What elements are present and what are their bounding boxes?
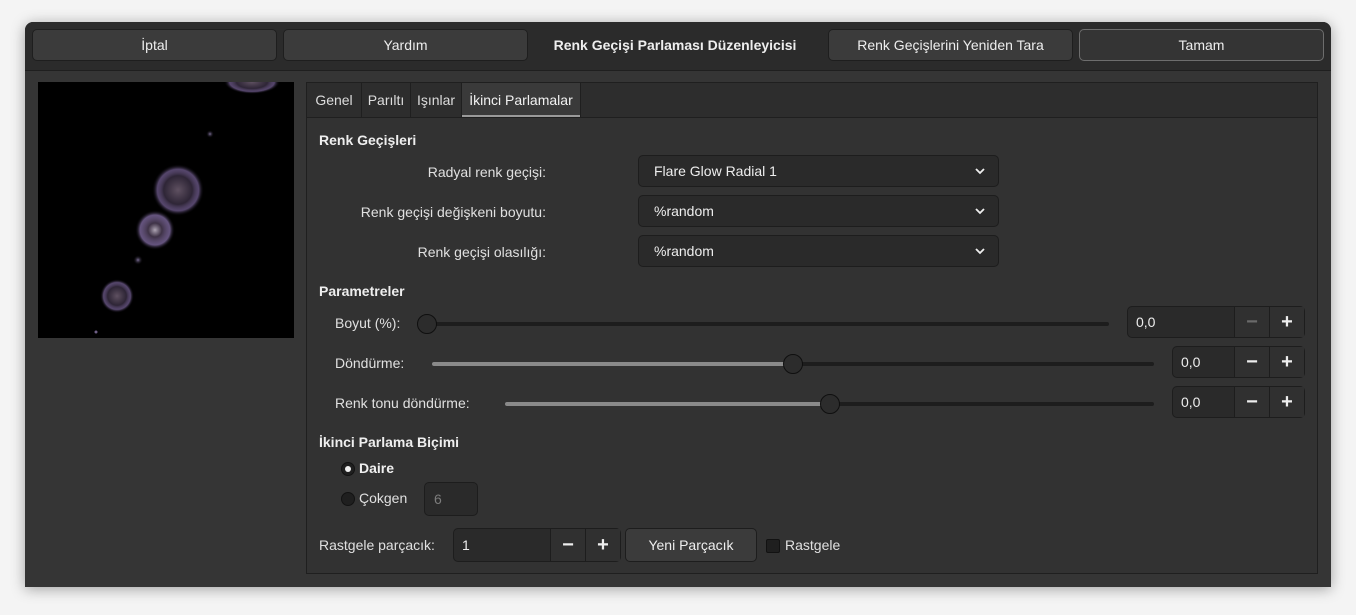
tab-second-flares[interactable]: İkinci Parlamalar [462, 83, 581, 117]
chevron-down-icon [975, 248, 985, 255]
gradient-size-dropdown[interactable]: %random [638, 195, 999, 227]
rescan-gradients-button[interactable]: Renk Geçişlerini Yeniden Tara [828, 29, 1073, 61]
header-bar: İptal Yardım Renk Geçişi Parlaması Düzen… [25, 22, 1331, 71]
radial-gradient-label: Radyal renk geçişi: [427, 164, 546, 180]
settings-notebook: Genel Parıltı Işınlar İkinci Parlamalar … [306, 82, 1318, 574]
chevron-down-icon [975, 208, 985, 215]
plus-icon[interactable]: + [585, 529, 620, 561]
gradient-flare-editor-window: İptal Yardım Renk Geçişi Parlaması Düzen… [25, 22, 1331, 587]
polygon-sides-field[interactable]: 6 [424, 482, 478, 516]
circle-label[interactable]: Daire [359, 460, 394, 476]
plus-icon[interactable]: + [1269, 387, 1304, 417]
size-spinbutton[interactable]: 0,0 − + [1127, 306, 1305, 338]
tab-glow[interactable]: Parıltı [362, 83, 411, 117]
polygon-radio[interactable] [341, 492, 355, 506]
plus-icon[interactable]: + [1269, 347, 1304, 377]
flare-preview [38, 82, 294, 338]
hue-rotation-slider-handle[interactable] [819, 394, 840, 414]
tab-rays[interactable]: Işınlar [411, 83, 462, 117]
randomize-checkbox[interactable] [766, 539, 780, 553]
rotation-slider-fill [432, 362, 793, 366]
tab-bar: Genel Parıltı Işınlar İkinci Parlamalar [307, 83, 1317, 118]
minus-icon[interactable]: − [1234, 387, 1269, 417]
rotation-slider-handle[interactable] [783, 354, 803, 374]
gradient-size-label: Renk geçişi değişkeni boyutu: [360, 204, 546, 220]
size-label: Boyut (%): [335, 315, 401, 331]
ok-button[interactable]: Tamam [1079, 29, 1324, 61]
hue-rotation-spinbutton[interactable]: 0,0 − + [1172, 386, 1305, 418]
gradient-probability-dropdown[interactable]: %random [638, 235, 999, 267]
help-button[interactable]: Yardım [283, 29, 528, 61]
minus-icon[interactable]: − [1234, 307, 1269, 337]
random-seed-value: 1 [462, 537, 470, 553]
second-flare-shape-heading: İkinci Parlama Biçimi [319, 434, 460, 450]
size-slider-handle[interactable] [417, 314, 437, 334]
gradients-heading: Renk Geçişleri [319, 132, 417, 148]
chevron-down-icon [975, 168, 985, 175]
polygon-label[interactable]: Çokgen [359, 490, 407, 506]
random-seed-label: Rastgele parçacık: [319, 537, 435, 553]
new-seed-button[interactable]: Yeni Parçacık [625, 528, 757, 562]
size-slider-track[interactable] [427, 322, 1109, 326]
minus-icon[interactable]: − [550, 529, 585, 561]
rotation-spinbutton[interactable]: 0,0 − + [1172, 346, 1305, 378]
size-value: 0,0 [1136, 314, 1156, 330]
minus-icon[interactable]: − [1234, 347, 1269, 377]
hue-rotation-label: Renk tonu döndürme: [335, 395, 470, 411]
hue-rotation-slider-fill [505, 402, 830, 406]
rotation-value: 0,0 [1181, 354, 1201, 370]
random-seed-spinbutton[interactable]: 1 − + [453, 528, 621, 562]
gradient-size-value: %random [654, 203, 714, 219]
flare-preview-image [38, 82, 294, 338]
tab-general[interactable]: Genel [307, 83, 362, 117]
hue-rotation-value: 0,0 [1181, 394, 1201, 410]
gradient-probability-label: Renk geçişi olasılığı: [417, 244, 546, 260]
cancel-button[interactable]: İptal [32, 29, 277, 61]
gradient-probability-value: %random [654, 243, 714, 259]
rotation-label: Döndürme: [335, 355, 405, 371]
window-title: Renk Geçişi Parlaması Düzenleyicisi [553, 37, 797, 53]
circle-radio[interactable] [341, 462, 355, 476]
randomize-label[interactable]: Rastgele [785, 537, 840, 553]
radial-gradient-value: Flare Glow Radial 1 [654, 163, 777, 179]
parameters-heading: Parametreler [319, 283, 405, 299]
plus-icon[interactable]: + [1269, 307, 1304, 337]
radial-gradient-dropdown[interactable]: Flare Glow Radial 1 [638, 155, 999, 187]
